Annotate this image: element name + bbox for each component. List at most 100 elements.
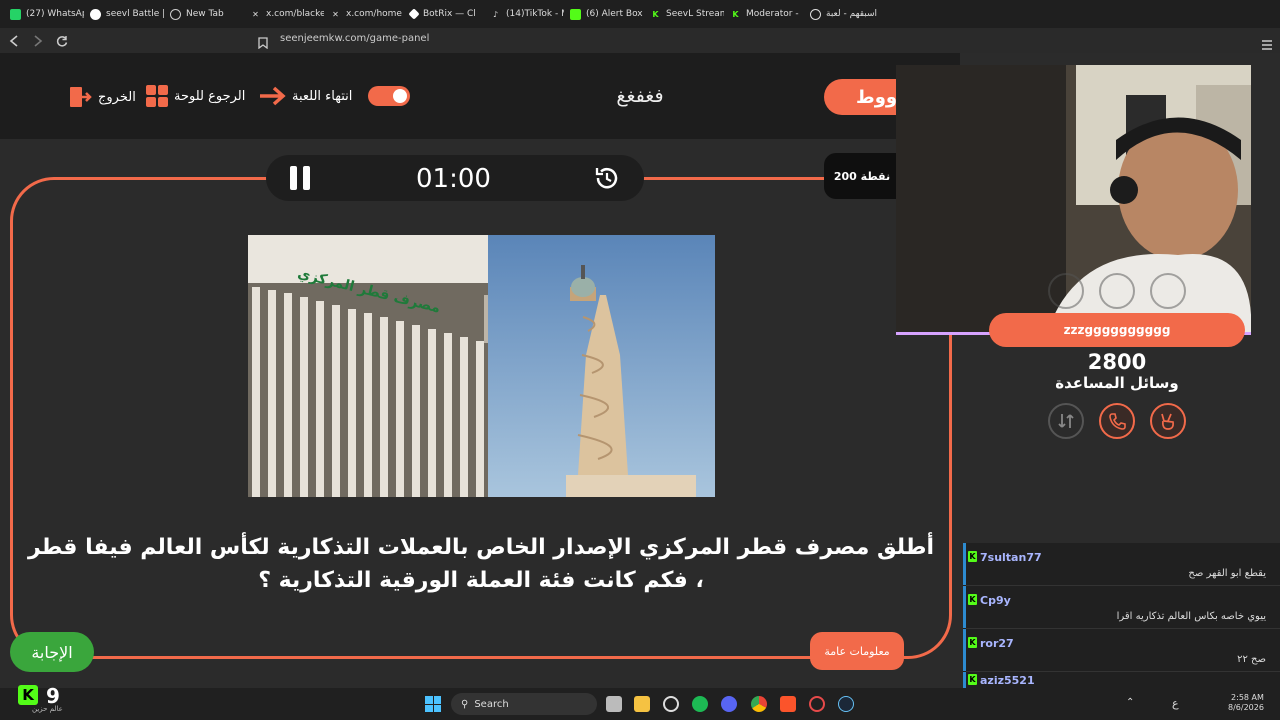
botrix-icon: [408, 8, 420, 20]
browser-tab[interactable]: seevl Battle |: [84, 2, 164, 26]
tab-label: x.com/blacke: [266, 9, 324, 19]
exit-button[interactable]: الخروج: [68, 85, 136, 109]
seevl-icon: [90, 8, 101, 20]
browser-tab[interactable]: BotRix — Cl: [404, 2, 484, 26]
end-game-toggle[interactable]: [368, 86, 411, 106]
browser-tab[interactable]: K SeevL Stream: [644, 2, 724, 26]
kick-icon: K: [652, 9, 659, 19]
x-icon: ✕: [332, 9, 339, 19]
browser-tab[interactable]: (6) Alert Box: [564, 2, 644, 26]
peace-hand-icon[interactable]: [1150, 403, 1186, 439]
shield-icon: [170, 8, 181, 20]
forward-arrow-icon[interactable]: [28, 31, 48, 51]
discord-icon[interactable]: [721, 696, 737, 712]
taskbar-search[interactable]: ⚲ Search: [451, 693, 597, 715]
kick-logo-icon: K: [18, 685, 38, 705]
x-icon: ✕: [252, 9, 259, 19]
top-control-strip: [0, 53, 960, 139]
bookmark-icon[interactable]: [258, 34, 270, 50]
browser-tab[interactable]: اسبقهم - لعبة: [804, 2, 884, 26]
chat-username[interactable]: aziz5521: [980, 674, 1035, 687]
swap-icon[interactable]: [1048, 273, 1084, 309]
task-view-icon[interactable]: [606, 696, 622, 712]
clock-date: 8/6/2026: [1228, 703, 1264, 712]
end-game-button[interactable]: انتهاء اللعبة: [258, 85, 411, 107]
search-icon: ⚲: [461, 698, 469, 710]
restart-timer-icon[interactable]: [592, 164, 620, 192]
tab-label: (6) Alert Box: [586, 9, 643, 19]
swap-icon[interactable]: [1048, 403, 1084, 439]
team-score: 2800: [1087, 350, 1147, 374]
kick-badge-icon: K: [968, 637, 977, 648]
tiktok-icon: ♪: [492, 9, 499, 19]
chrome-icon[interactable]: [751, 696, 767, 712]
category-badge: معلومات عامة: [810, 632, 904, 670]
kick-badge-icon: K: [968, 551, 977, 562]
chat-username[interactable]: 7sultan77: [980, 551, 1042, 564]
clock-time: 2:58 AM: [1231, 693, 1264, 702]
team-name-pill: zzzgggggggggg: [989, 313, 1245, 347]
obs-icon[interactable]: [809, 696, 825, 712]
browser-tab[interactable]: (27) WhatsApp: [4, 2, 84, 26]
search-label: Search: [474, 698, 509, 710]
spotify-icon[interactable]: [692, 696, 708, 712]
peace-hand-icon[interactable]: [1150, 273, 1186, 309]
tab-label: New Tab: [186, 9, 224, 19]
globe-icon: [810, 8, 821, 20]
board-grid-icon: [146, 85, 168, 107]
game-name: فغفغغ: [616, 85, 664, 107]
tab-label: seevl Battle |: [106, 9, 164, 19]
pause-icon[interactable]: [290, 166, 310, 190]
steam-icon[interactable]: [838, 696, 854, 712]
windows-start-icon[interactable]: [425, 696, 441, 712]
browser-tab[interactable]: K Moderator -: [724, 2, 804, 26]
browser-tab[interactable]: New Tab: [164, 2, 244, 26]
brave-icon[interactable]: [780, 696, 796, 712]
chevron-up-icon[interactable]: ⌃: [1126, 697, 1134, 708]
kick-icon: K: [732, 9, 739, 19]
points-badge: 200 نقطة: [824, 153, 900, 199]
windows-taskbar: ⚲ Search ⌃ ع 2:58 AM 8/6/2026: [0, 688, 1280, 720]
browser-tab[interactable]: ✕ x.com/home: [324, 2, 404, 26]
chat-message: K 7sultan77 يقطع ابو القهر صح: [963, 543, 1280, 585]
exit-door-icon: [70, 87, 92, 107]
back-arrow-icon[interactable]: [4, 31, 24, 51]
file-explorer-icon[interactable]: [634, 696, 650, 712]
lifelines-row: [1048, 403, 1186, 439]
tab-label: Moderator -: [746, 9, 799, 19]
game-panel: الخروج الرجوع للوحة انتهاء اللعبة فغفغغ …: [0, 53, 1280, 688]
back-to-board-label: الرجوع للوحة: [174, 88, 246, 104]
phone-icon[interactable]: [1099, 403, 1135, 439]
github-icon[interactable]: [663, 696, 679, 712]
kick-badge-icon: K: [968, 674, 977, 685]
browser-tab[interactable]: ♪ (14)TikTok - M: [484, 2, 564, 26]
tab-label: BotRix — Cl: [423, 9, 476, 19]
chat-username[interactable]: ror27: [980, 637, 1014, 650]
chat-username[interactable]: Cp9y: [980, 594, 1011, 607]
tab-label: SeevL Stream: [666, 9, 724, 19]
phone-icon[interactable]: [1099, 273, 1135, 309]
menu-icon[interactable]: [1262, 35, 1272, 50]
chat-text: ييوي خاصه بكاس العالم تذكاريه اقرا: [1116, 611, 1266, 622]
browser-tab[interactable]: ✕ x.com/blacke: [244, 2, 324, 26]
answer-button[interactable]: الإجابة: [10, 632, 94, 672]
lifelines-row-top: [1048, 273, 1186, 309]
tab-label: (27) WhatsApp: [26, 9, 84, 19]
kick-badge-icon: K: [968, 594, 977, 605]
question-text: أطلق مصرف قطر المركزي الإصدار الخاص بالع…: [27, 535, 935, 593]
chat-panel: K 7sultan77 يقطع ابو القهر صح K Cp9y ييو…: [963, 543, 1280, 688]
exit-label: الخروج: [98, 89, 136, 105]
question-image: مصرف قطر المركزي: [248, 235, 715, 497]
input-language[interactable]: ع: [1172, 697, 1179, 710]
overlay-subtext: عالم حزين: [32, 705, 63, 713]
chat-text: يقطع ابو القهر صح: [1188, 568, 1266, 579]
tab-label: x.com/home: [346, 9, 402, 19]
back-to-board-button[interactable]: الرجوع للوحة: [146, 85, 245, 107]
reload-icon[interactable]: [52, 31, 72, 51]
chat-message: K aziz5521: [963, 672, 1280, 688]
timer-bar: 01:00: [266, 155, 644, 201]
url-text[interactable]: seenjeemkw.com/game-panel: [280, 33, 429, 44]
tab-label: (14)TikTok - M: [506, 9, 564, 19]
taskbar-clock[interactable]: 2:58 AM 8/6/2026: [1228, 693, 1264, 713]
chat-text: صح ٢٢: [1237, 654, 1266, 665]
